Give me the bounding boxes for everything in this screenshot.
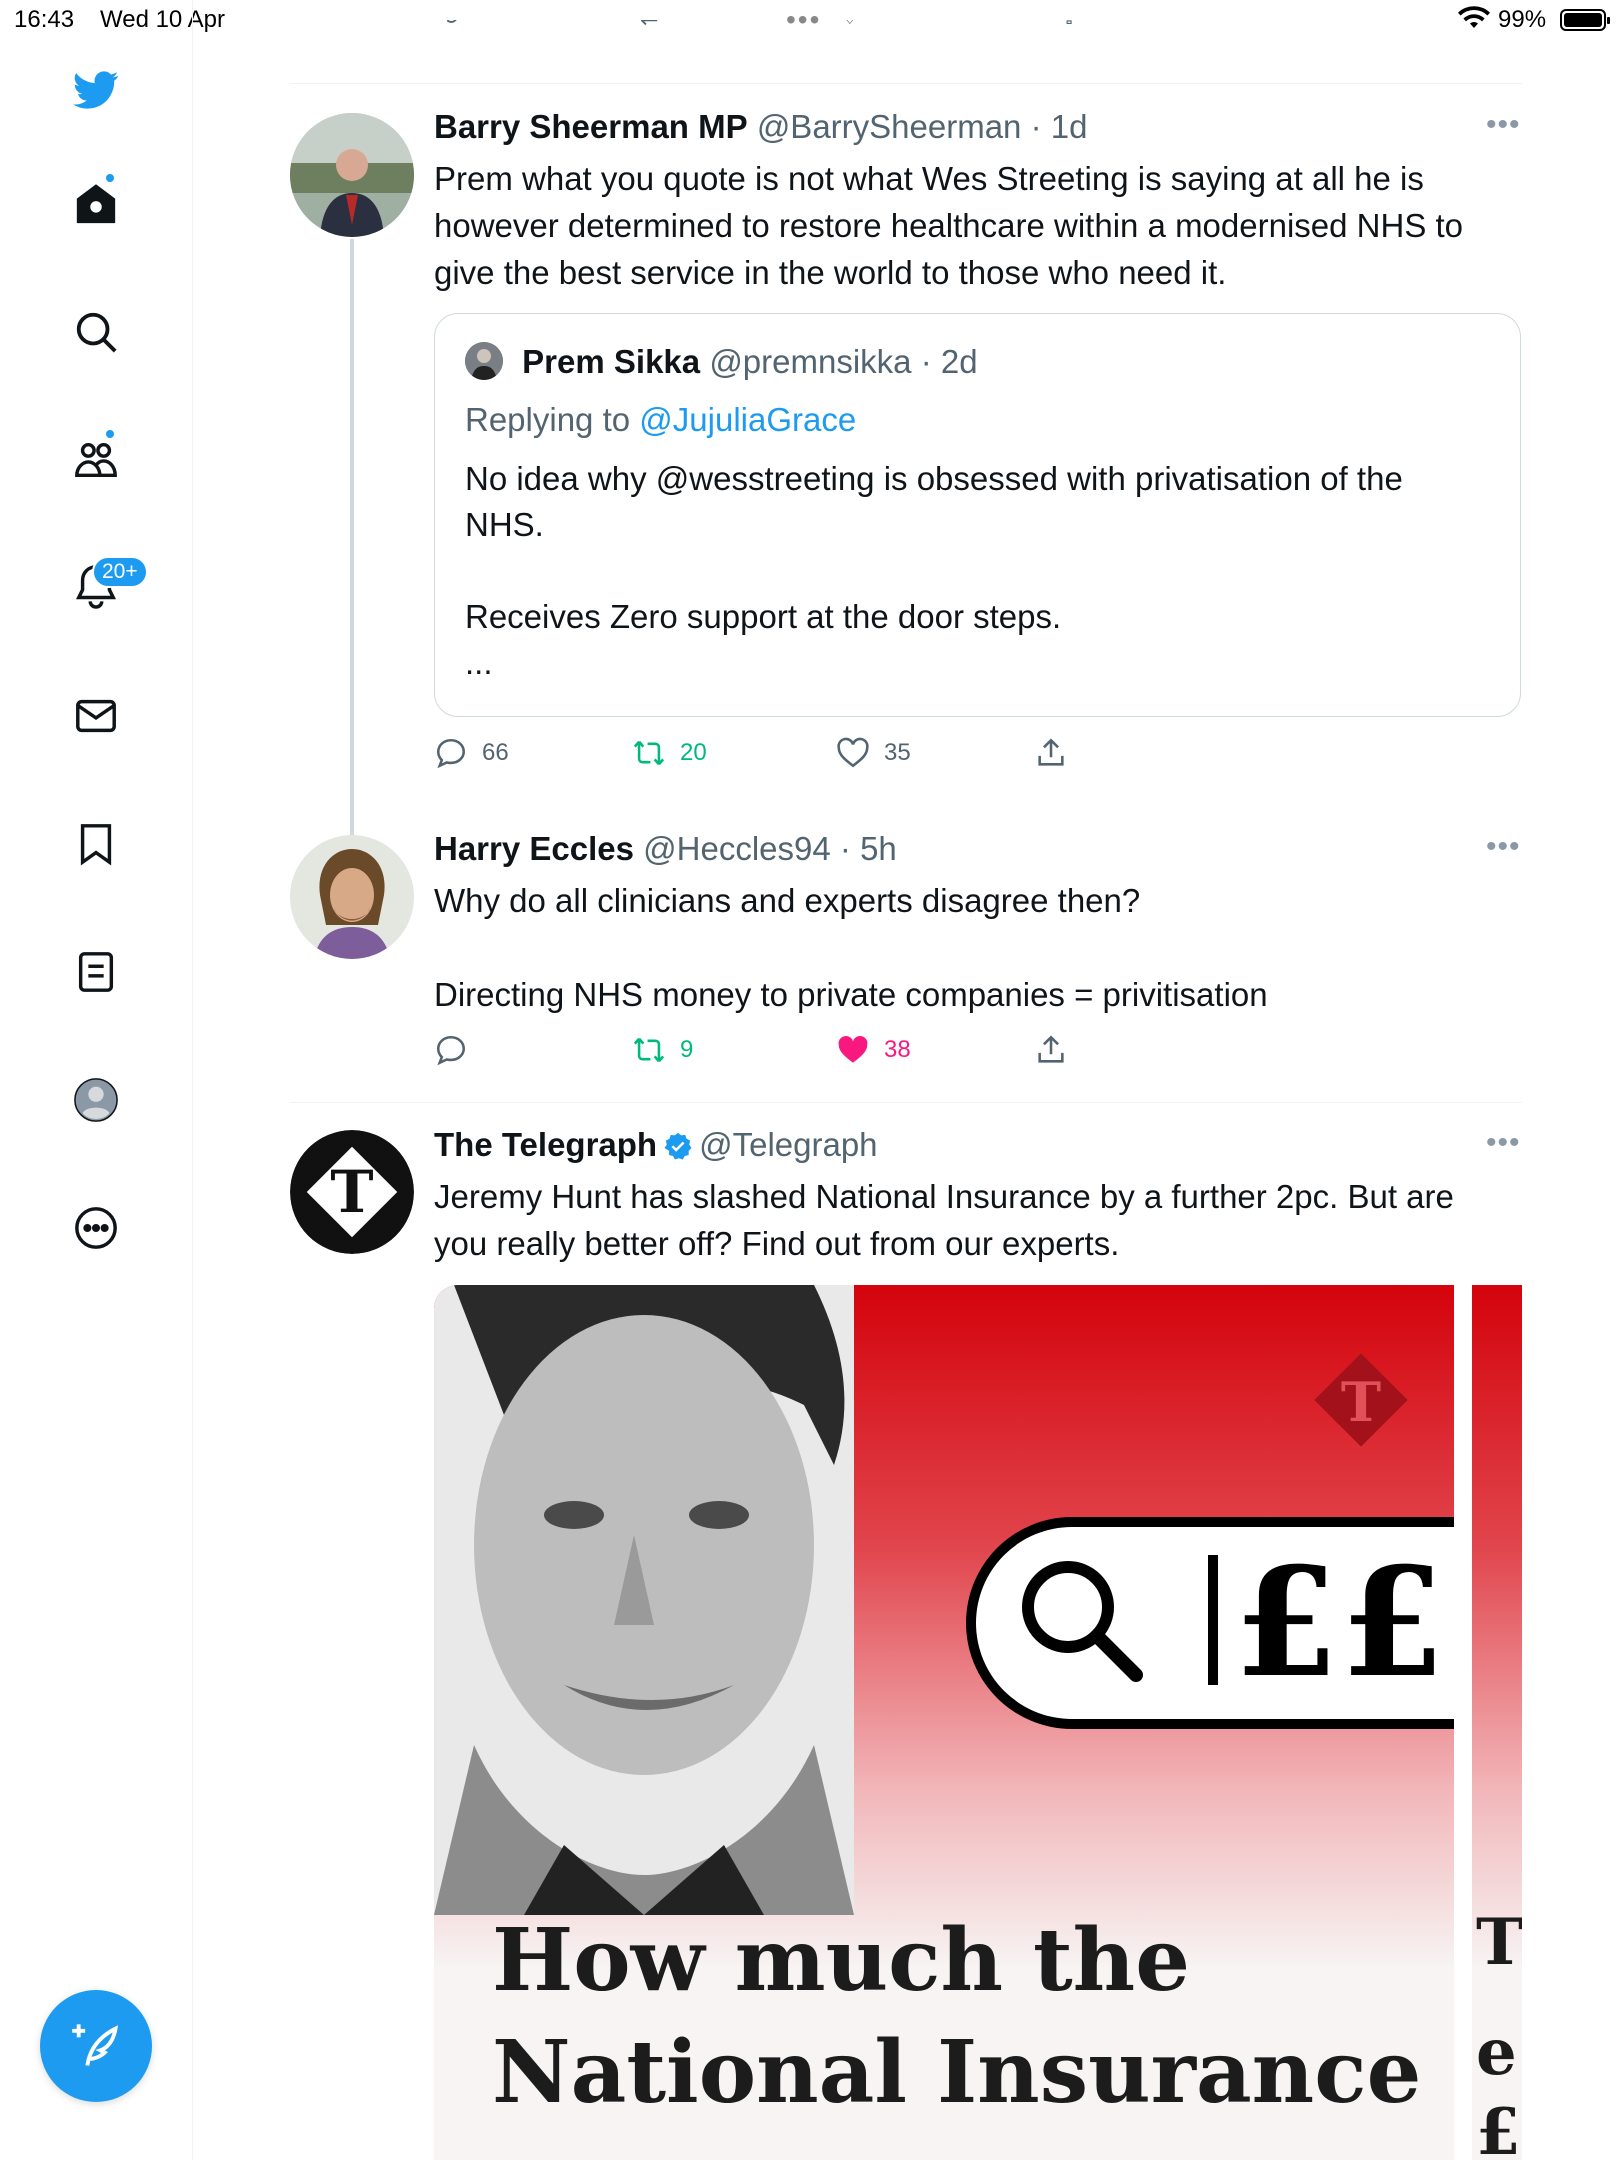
tweet-actions: 9 38 — [434, 1033, 1234, 1073]
retweet-button[interactable]: 20 — [632, 736, 707, 770]
like-button[interactable]: 35 — [836, 736, 911, 770]
media-magnifier-icon — [1022, 1561, 1143, 1682]
share-icon — [1038, 1035, 1064, 1063]
quoted-avatar — [465, 342, 503, 380]
reply-count: 66 — [482, 739, 509, 766]
battery-icon — [1560, 9, 1610, 31]
sidebar: 20+ — [0, 0, 193, 2160]
quoted-author-handle: @premnsikka — [709, 343, 912, 380]
retweet-button[interactable]: 9 — [632, 1033, 693, 1067]
media2-fragment: £ — [1476, 2095, 1521, 2160]
quoted-tweet[interactable]: Prem Sikka @premnsikka · 2d Replying to … — [434, 313, 1521, 717]
media-logo-letter: T — [1341, 1370, 1381, 1434]
like-count: 35 — [884, 739, 911, 766]
retweet-count: 9 — [680, 1036, 694, 1063]
replying-to: Replying to @JujuliaGrace — [465, 401, 856, 439]
replying-to-link[interactable]: @JujuliaGrace — [639, 401, 856, 438]
tweet-header: Barry Sheerman MP @BarrySheerman · 1d — [434, 108, 1087, 146]
divider — [290, 83, 1522, 84]
bookmarks-icon[interactable] — [66, 814, 126, 874]
tweet-text: Jeremy Hunt has slashed National Insuran… — [434, 1178, 1454, 1262]
quoted-tweet-time: · 2d — [920, 343, 978, 380]
replying-to-label: Replying to — [465, 401, 631, 438]
media2-fragment: e — [1476, 2015, 1517, 2090]
share-button[interactable] — [1034, 736, 1068, 770]
author-name[interactable]: The Telegraph — [434, 1126, 657, 1163]
media2-fragment: T — [1476, 1905, 1522, 1980]
thread-line — [350, 239, 354, 839]
media-headline: How much the National Insurance — [492, 1910, 1422, 2123]
divider — [290, 1102, 1522, 1103]
heart-filled-icon — [838, 1035, 868, 1063]
retweet-icon — [633, 740, 665, 766]
author-name[interactable]: Barry Sheerman MP — [434, 108, 748, 145]
avatar[interactable]: T — [290, 1130, 414, 1254]
tweet-media-image-2[interactable]: T e £ — [1466, 1285, 1522, 2160]
reply-icon — [436, 738, 466, 769]
media-cursor-bar — [1208, 1555, 1218, 1685]
quoted-tweet-header: Prem Sikka @premnsikka · 2d — [465, 342, 978, 381]
media-pounds-text: ££ — [1234, 1535, 1447, 1711]
home-icon[interactable] — [66, 174, 126, 234]
messages-icon[interactable] — [66, 686, 126, 746]
like-count: 38 — [884, 1036, 911, 1063]
home-unread-dot — [104, 172, 116, 184]
feather-plus-icon — [72, 2024, 119, 2066]
telegraph-logo-letter: T — [330, 1158, 373, 1226]
tweet-actions: 66 20 35 — [434, 736, 1234, 776]
retweet-icon — [633, 1037, 665, 1063]
communities-icon[interactable] — [66, 430, 126, 490]
reply-button[interactable]: 66 — [434, 736, 509, 770]
profile-icon[interactable] — [66, 1070, 126, 1130]
more-options-icon[interactable]: ••• — [1486, 1126, 1521, 1160]
twitter-bird-icon[interactable] — [66, 60, 126, 120]
author-handle[interactable]: @Heccles94 — [643, 830, 831, 867]
more-options-icon[interactable]: ••• — [1486, 108, 1521, 142]
reply-button[interactable] — [434, 1033, 482, 1067]
search-icon[interactable] — [66, 302, 126, 362]
jeremy-hunt-photo — [434, 1285, 854, 1915]
reply-icon — [436, 1035, 466, 1066]
share-icon — [1038, 738, 1064, 766]
retweet-count: 20 — [680, 739, 707, 766]
like-button[interactable]: 38 — [836, 1033, 911, 1067]
lists-icon[interactable] — [66, 942, 126, 1002]
tweet-text: Why do all clinicians and experts disagr… — [434, 882, 1268, 1013]
timeline: ⟲⇄♡⇪ Barry Sheerman MP @BarrySheerman · … — [290, 0, 1522, 2160]
notifications-badge: 20+ — [92, 556, 148, 588]
tweet-text: Prem what you quote is not what Wes Stre… — [434, 160, 1464, 291]
quoted-tweet-text: No idea why @wesstreeting is obsessed wi… — [465, 460, 1403, 681]
quoted-author-name: Prem Sikka — [522, 343, 701, 380]
communities-unread-dot — [104, 428, 116, 440]
more-options-icon[interactable]: ••• — [1486, 830, 1521, 864]
share-button[interactable] — [1034, 1033, 1068, 1067]
more-icon[interactable] — [66, 1198, 126, 1258]
verified-badge-icon — [664, 1132, 692, 1160]
author-handle[interactable]: @BarrySheerman — [757, 108, 1022, 145]
avatar[interactable] — [290, 113, 414, 237]
tweet-time[interactable]: · 1d — [1031, 108, 1088, 145]
previous-tweet-actions-cutoff: ⟲⇄♡⇪ — [440, 20, 1220, 48]
author-name[interactable]: Harry Eccles — [434, 830, 634, 867]
tweet-header: Harry Eccles @Heccles94 · 5h — [434, 830, 897, 868]
author-handle[interactable]: @Telegraph — [699, 1126, 877, 1163]
tweet-time[interactable]: · 5h — [840, 830, 897, 867]
avatar[interactable] — [290, 835, 414, 959]
compose-tweet-button[interactable] — [40, 1990, 152, 2102]
heart-icon — [837, 737, 869, 768]
tweet-media-image[interactable]: T ££ How much the National Insurance — [434, 1285, 1454, 2160]
telegraph-diamond-logo-icon: T — [1314, 1353, 1408, 1447]
tweet-header: The Telegraph @Telegraph — [434, 1126, 878, 1164]
